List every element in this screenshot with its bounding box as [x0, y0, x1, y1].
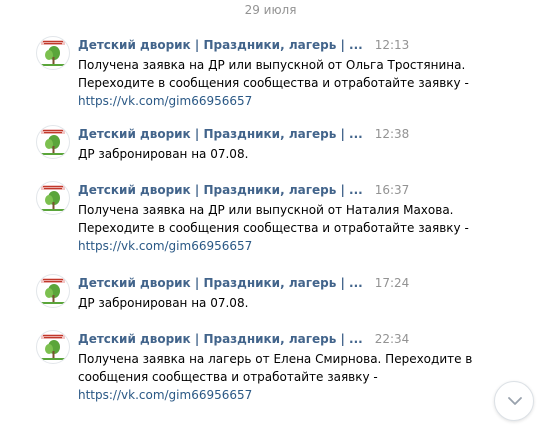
date-separator: 29 июля: [244, 3, 297, 17]
message-body: Получена заявка на лагерь от Елена Смирн…: [78, 352, 473, 384]
tree-logo-icon: [41, 334, 65, 360]
message-link[interactable]: https://vk.com/gim66956657: [78, 388, 252, 402]
tree-logo-icon: [41, 185, 65, 211]
message-link[interactable]: https://vk.com/gim66956657: [78, 239, 252, 253]
community-avatar[interactable]: [36, 274, 70, 308]
message-time: 17:24: [374, 276, 410, 290]
author-name[interactable]: Детский дворик | Праздники, лагерь | ...: [78, 38, 363, 52]
message-item: Детский дворик | Праздники, лагерь | ...…: [36, 125, 506, 165]
message-text: Получена заявка на ДР или выпускной от Н…: [78, 201, 478, 255]
message-time: 12:38: [374, 127, 410, 141]
community-avatar[interactable]: [36, 181, 70, 215]
message-item: Детский дворик | Праздники, лагерь | ...…: [36, 274, 506, 314]
message-header: Детский дворик | Праздники, лагерь | ...…: [78, 330, 409, 348]
message-header: Детский дворик | Праздники, лагерь | ...…: [78, 274, 409, 292]
message-time: 16:37: [374, 183, 410, 197]
message-time: 12:13: [374, 38, 410, 52]
message-text: ДР забронирован на 07.08.: [78, 145, 478, 163]
message-body: Получена заявка на ДР или выпускной от Н…: [78, 203, 469, 235]
message-header: Детский дворик | Праздники, лагерь | ...…: [78, 36, 409, 54]
message-header: Детский дворик | Праздники, лагерь | ...…: [78, 125, 409, 143]
author-name[interactable]: Детский дворик | Праздники, лагерь | ...: [78, 127, 363, 141]
community-avatar[interactable]: [36, 330, 70, 364]
tree-logo-icon: [41, 40, 65, 66]
message-header: Детский дворик | Праздники, лагерь | ...…: [78, 181, 409, 199]
tree-logo-icon: [41, 278, 65, 304]
author-name[interactable]: Детский дворик | Праздники, лагерь | ...: [78, 183, 363, 197]
author-name[interactable]: Детский дворик | Праздники, лагерь | ...: [78, 332, 363, 346]
message-link[interactable]: https://vk.com/gim66956657: [78, 94, 252, 108]
message-item: Детский дворик | Праздники, лагерь | ...…: [36, 36, 506, 108]
message-body: Получена заявка на ДР или выпускной от О…: [78, 58, 469, 90]
message-body: ДР забронирован на 07.08.: [78, 147, 249, 161]
author-name[interactable]: Детский дворик | Праздники, лагерь | ...: [78, 276, 363, 290]
community-avatar[interactable]: [36, 36, 70, 70]
message-text: ДР забронирован на 07.08.: [78, 294, 478, 312]
community-avatar[interactable]: [36, 125, 70, 159]
message-item: Детский дворик | Праздники, лагерь | ...…: [36, 181, 506, 253]
tree-logo-icon: [41, 129, 65, 155]
message-body: ДР забронирован на 07.08.: [78, 296, 249, 310]
scroll-down-button[interactable]: [494, 381, 534, 421]
chevron-down-icon: [508, 397, 522, 405]
message-text: Получена заявка на лагерь от Елена Смирн…: [78, 350, 478, 404]
message-time: 22:34: [374, 332, 410, 346]
message-text: Получена заявка на ДР или выпускной от О…: [78, 56, 478, 110]
message-item: Детский дворик | Праздники, лагерь | ...…: [36, 330, 506, 402]
